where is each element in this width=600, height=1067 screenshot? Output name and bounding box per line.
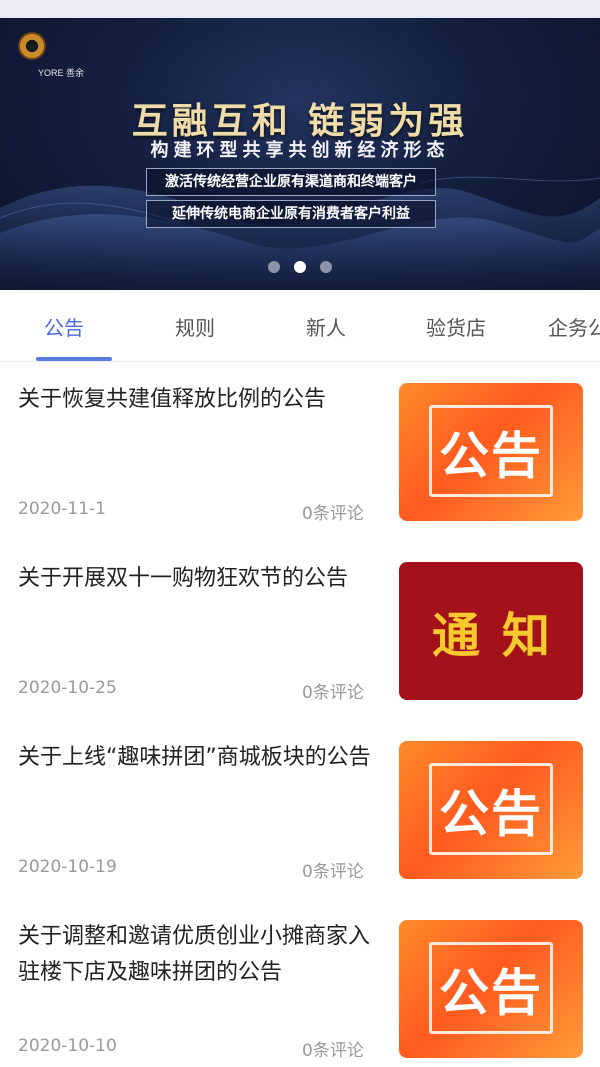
brand-logo-text: YORE 善余 (38, 68, 85, 78)
tab-corporate-affairs[interactable]: 企务公 (548, 312, 600, 341)
article-date: 2020-10-10 (18, 1036, 117, 1056)
article-date: 2020-10-19 (18, 857, 117, 877)
thumbnail-label: 公告 (439, 785, 543, 843)
thumbnail-label: 通知 (431, 608, 572, 664)
article-comment-count: 0条评论 (302, 862, 364, 882)
brand-logo-icon (18, 32, 46, 60)
category-tabs: 公告 规则 新人 验货店 企务公 (0, 290, 600, 362)
carousel-indicator (0, 261, 600, 273)
article-date: 2020-10-25 (18, 678, 117, 698)
article-thumbnail[interactable]: 公告 (399, 741, 583, 879)
tab-newcomer[interactable]: 新人 (306, 312, 346, 341)
article-thumbnail[interactable]: 通知 (399, 562, 583, 700)
article-comment-count: 0条评论 (302, 683, 364, 703)
article-title[interactable]: 关于恢复共建值释放比例的公告 (18, 382, 378, 418)
article-date: 2020-11-1 (18, 499, 106, 519)
tab-announcement[interactable]: 公告 (44, 312, 84, 341)
status-bar (0, 0, 600, 18)
article-thumbnail[interactable]: 公告 (399, 920, 583, 1058)
carousel-dot-active[interactable] (294, 261, 306, 273)
tab-rules[interactable]: 规则 (175, 312, 215, 341)
carousel-dot[interactable] (320, 261, 332, 273)
banner-promo-line: 激活传统经营企业原有渠道商和终端客户 (146, 168, 436, 196)
list-item[interactable]: 关于上线“趣味拼团”商城板块的公告 2020-10-19 0条评论 公告 (0, 720, 600, 899)
article-comment-count: 0条评论 (302, 504, 364, 524)
article-comment-count: 0条评论 (302, 1041, 364, 1061)
banner-promo-line: 延伸传统电商企业原有消费者客户利益 (146, 200, 436, 228)
banner-carousel[interactable]: YORE 善余 互融互和 链弱为强 构建环型共享共创新经济形态 激活传统经营企业… (0, 18, 600, 290)
article-title[interactable]: 关于开展双十一购物狂欢节的公告 (18, 561, 378, 597)
article-title[interactable]: 关于上线“趣味拼团”商城板块的公告 (18, 740, 378, 776)
article-thumbnail[interactable]: 公告 (399, 383, 583, 521)
thumbnail-label: 公告 (439, 964, 543, 1022)
active-tab-indicator (36, 357, 112, 361)
article-title[interactable]: 关于调整和邀请优质创业小摊商家入驻楼下店及趣味拼团的公告 (18, 919, 378, 991)
thumbnail-label: 公告 (439, 427, 543, 485)
list-item[interactable]: 关于开展双十一购物狂欢节的公告 2020-10-25 0条评论 通知 (0, 541, 600, 720)
banner-subline: 构建环型共享共创新经济形态 (150, 140, 450, 161)
tab-inspection-store[interactable]: 验货店 (426, 312, 486, 341)
list-item[interactable]: 关于调整和邀请优质创业小摊商家入驻楼下店及趣味拼团的公告 2020-10-10 … (0, 899, 600, 1067)
carousel-dot[interactable] (268, 261, 280, 273)
list-item[interactable]: 关于恢复共建值释放比例的公告 2020-11-1 0条评论 公告 (0, 362, 600, 541)
brand-logo: YORE 善余 (16, 30, 96, 86)
